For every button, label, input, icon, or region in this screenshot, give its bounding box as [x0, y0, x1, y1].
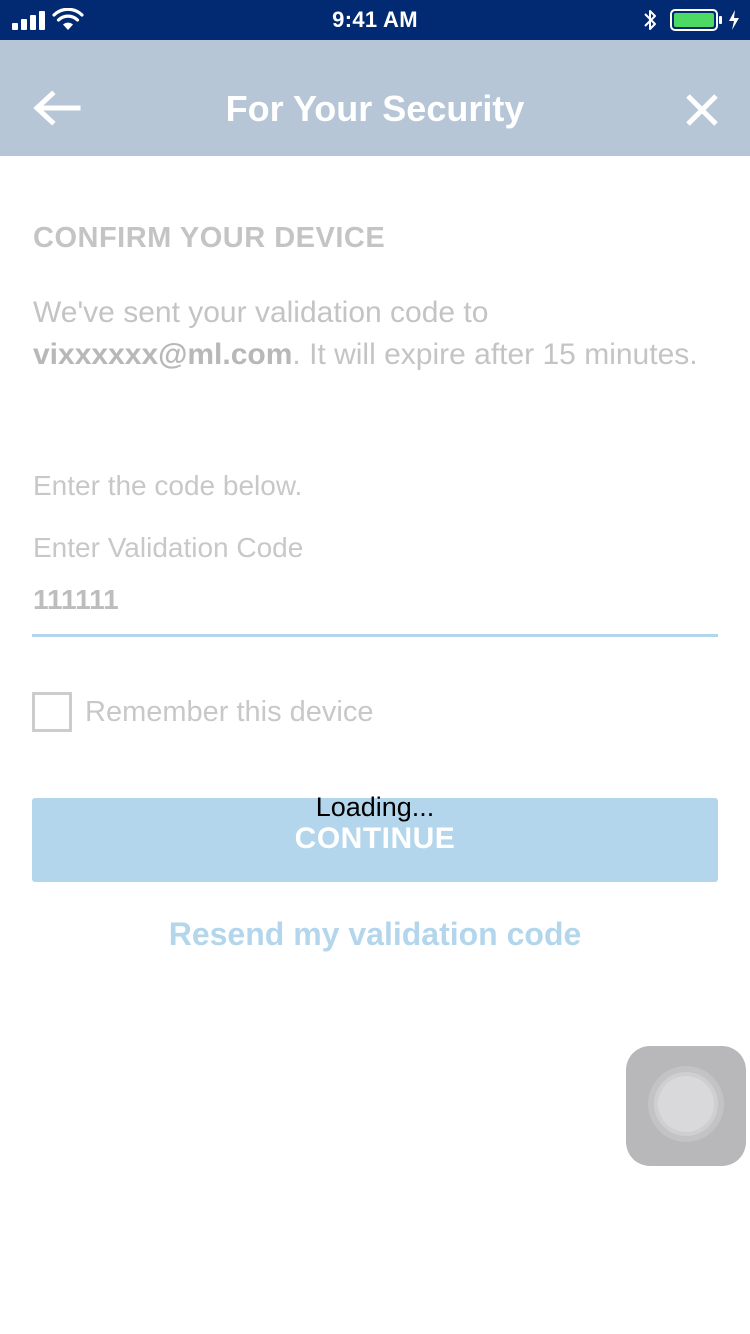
page-title: For Your Security — [225, 88, 525, 129]
message-suffix: . It will expire after 15 minutes. — [292, 338, 698, 371]
loading-text: Loading... — [315, 792, 435, 822]
section-heading: CONFIRM YOUR DEVICE — [33, 222, 386, 254]
continue-button-label: CONTINUE — [294, 822, 456, 855]
charging-bolt-icon — [729, 10, 739, 30]
masked-email: vixxxxxx@ml.com — [33, 338, 293, 371]
remember-device-checkbox[interactable] — [32, 692, 72, 732]
assistive-touch-ring-inner — [658, 1076, 714, 1132]
status-time: 9:41 AM — [332, 7, 418, 32]
assistive-touch-icon[interactable] — [626, 1046, 746, 1166]
status-bar: 9:41 AM — [0, 0, 750, 40]
validation-code-input[interactable] — [33, 578, 718, 622]
close-icon[interactable] — [680, 88, 724, 132]
validation-code-label: Enter Validation Code — [33, 532, 304, 563]
remember-device-label[interactable]: Remember this device — [85, 696, 374, 729]
input-underline — [32, 634, 718, 637]
instruction-text: Enter the code below. — [33, 470, 303, 501]
battery-icon — [670, 9, 722, 31]
nav-bar: For Your Security — [0, 40, 750, 156]
resend-code-link[interactable]: Resend my validation code — [0, 916, 750, 953]
bluetooth-icon — [644, 10, 656, 30]
validation-message: We've sent your validation code to vixxxx… — [33, 292, 713, 376]
message-prefix: We've sent your validation code to — [33, 296, 489, 329]
